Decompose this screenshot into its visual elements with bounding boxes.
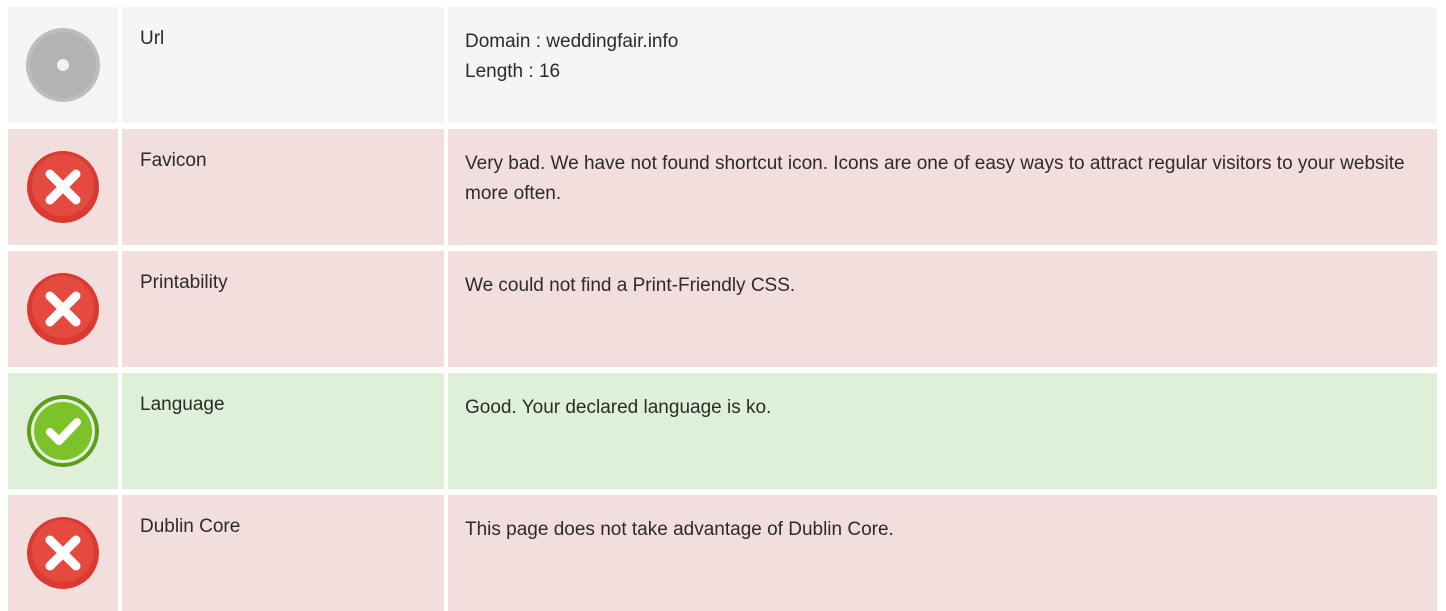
printability-message: We could not find a Print-Friendly CSS. — [465, 275, 796, 296]
row-value: We could not find a Print-Friendly CSS. — [448, 251, 1437, 367]
dublin-core-message: This page does not take advantage of Dub… — [465, 519, 894, 540]
disc-icon — [26, 28, 100, 102]
check-icon — [27, 395, 99, 467]
cross-icon — [27, 151, 99, 223]
seo-report-table: Url Domain : weddingfair.info Length : 1… — [8, 7, 1437, 611]
report-row-dublin-core: Dublin Core This page does not take adva… — [8, 495, 1437, 611]
row-icon-cell — [8, 251, 118, 367]
cross-icon — [27, 517, 99, 589]
row-label: Language — [122, 373, 444, 489]
row-label: Favicon — [122, 129, 444, 245]
url-domain-text: Domain : weddingfair.info — [465, 31, 679, 52]
report-row-language: Language Good. Your declared language is… — [8, 373, 1437, 489]
cross-icon — [27, 273, 99, 345]
favicon-message: Very bad. We have not found shortcut ico… — [465, 153, 1405, 204]
language-message: Good. Your declared language is ko. — [465, 397, 772, 418]
row-icon-cell — [8, 7, 118, 123]
report-row-favicon: Favicon Very bad. We have not found shor… — [8, 129, 1437, 245]
row-icon-cell — [8, 495, 118, 611]
row-label: Url — [122, 7, 444, 123]
report-row-printability: Printability We could not find a Print-F… — [8, 251, 1437, 367]
row-icon-cell — [8, 373, 118, 489]
url-length-text: Length : 16 — [465, 61, 561, 82]
row-value: This page does not take advantage of Dub… — [448, 495, 1437, 611]
row-label: Printability — [122, 251, 444, 367]
row-label: Dublin Core — [122, 495, 444, 611]
row-value: Very bad. We have not found shortcut ico… — [448, 129, 1437, 245]
row-icon-cell — [8, 129, 118, 245]
row-value: Domain : weddingfair.info Length : 16 — [448, 7, 1437, 123]
report-row-url: Url Domain : weddingfair.info Length : 1… — [8, 7, 1437, 123]
row-value: Good. Your declared language is ko. — [448, 373, 1437, 489]
